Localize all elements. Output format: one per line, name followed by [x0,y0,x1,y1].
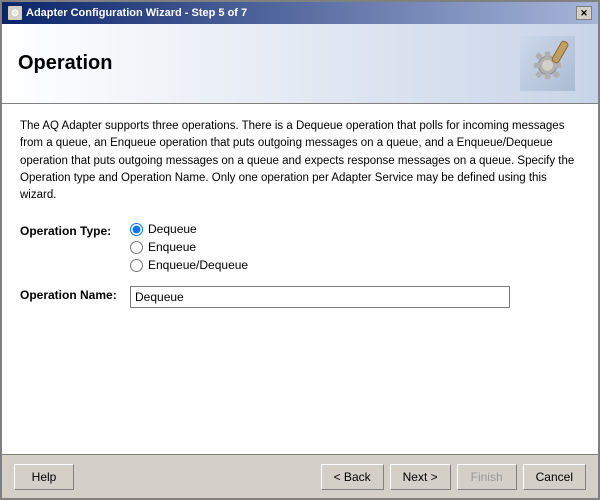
footer-left: Help [14,464,74,490]
window-title: Adapter Configuration Wizard - Step 5 of… [26,7,247,19]
title-bar-text: ⚙ Adapter Configuration Wizard - Step 5 … [8,6,247,20]
back-button[interactable]: < Back [321,464,384,490]
window-icon: ⚙ [8,6,22,20]
radio-dequeue[interactable] [130,223,143,236]
operation-name-input[interactable] [130,286,510,308]
operation-name-row: Operation Name: [20,286,580,308]
operation-name-label: Operation Name: [20,286,130,302]
radio-enqueue[interactable] [130,241,143,254]
radio-enqueue-dequeue-item[interactable]: Enqueue/Dequeue [130,258,248,272]
finish-button[interactable]: Finish [457,464,517,490]
radio-dequeue-item[interactable]: Dequeue [130,222,248,236]
close-button[interactable]: ✕ [576,6,592,20]
radio-dequeue-label: Dequeue [148,222,197,236]
radio-enqueue-dequeue-label: Enqueue/Dequeue [148,258,248,272]
header-banner: Operation [2,24,598,104]
operation-type-radio-group: Dequeue Enqueue Enqueue/Dequeue [130,222,248,272]
footer-right: < Back Next > Finish Cancel [321,464,586,490]
operation-type-label: Operation Type: [20,222,130,238]
radio-enqueue-dequeue[interactable] [130,259,143,272]
wizard-footer: Help < Back Next > Finish Cancel [2,454,598,498]
next-button[interactable]: Next > [390,464,451,490]
radio-enqueue-label: Enqueue [148,240,196,254]
title-bar: ⚙ Adapter Configuration Wizard - Step 5 … [2,2,598,24]
main-content: The AQ Adapter supports three operations… [2,104,598,454]
wizard-window: ⚙ Adapter Configuration Wizard - Step 5 … [0,0,600,500]
operation-type-row: Operation Type: Dequeue Enqueue Enqueue/… [20,222,580,272]
help-button[interactable]: Help [14,464,74,490]
description-text: The AQ Adapter supports three operations… [20,118,580,204]
cancel-button[interactable]: Cancel [523,464,586,490]
radio-enqueue-item[interactable]: Enqueue [130,240,248,254]
header-icon [512,34,582,94]
page-title: Operation [18,52,112,75]
